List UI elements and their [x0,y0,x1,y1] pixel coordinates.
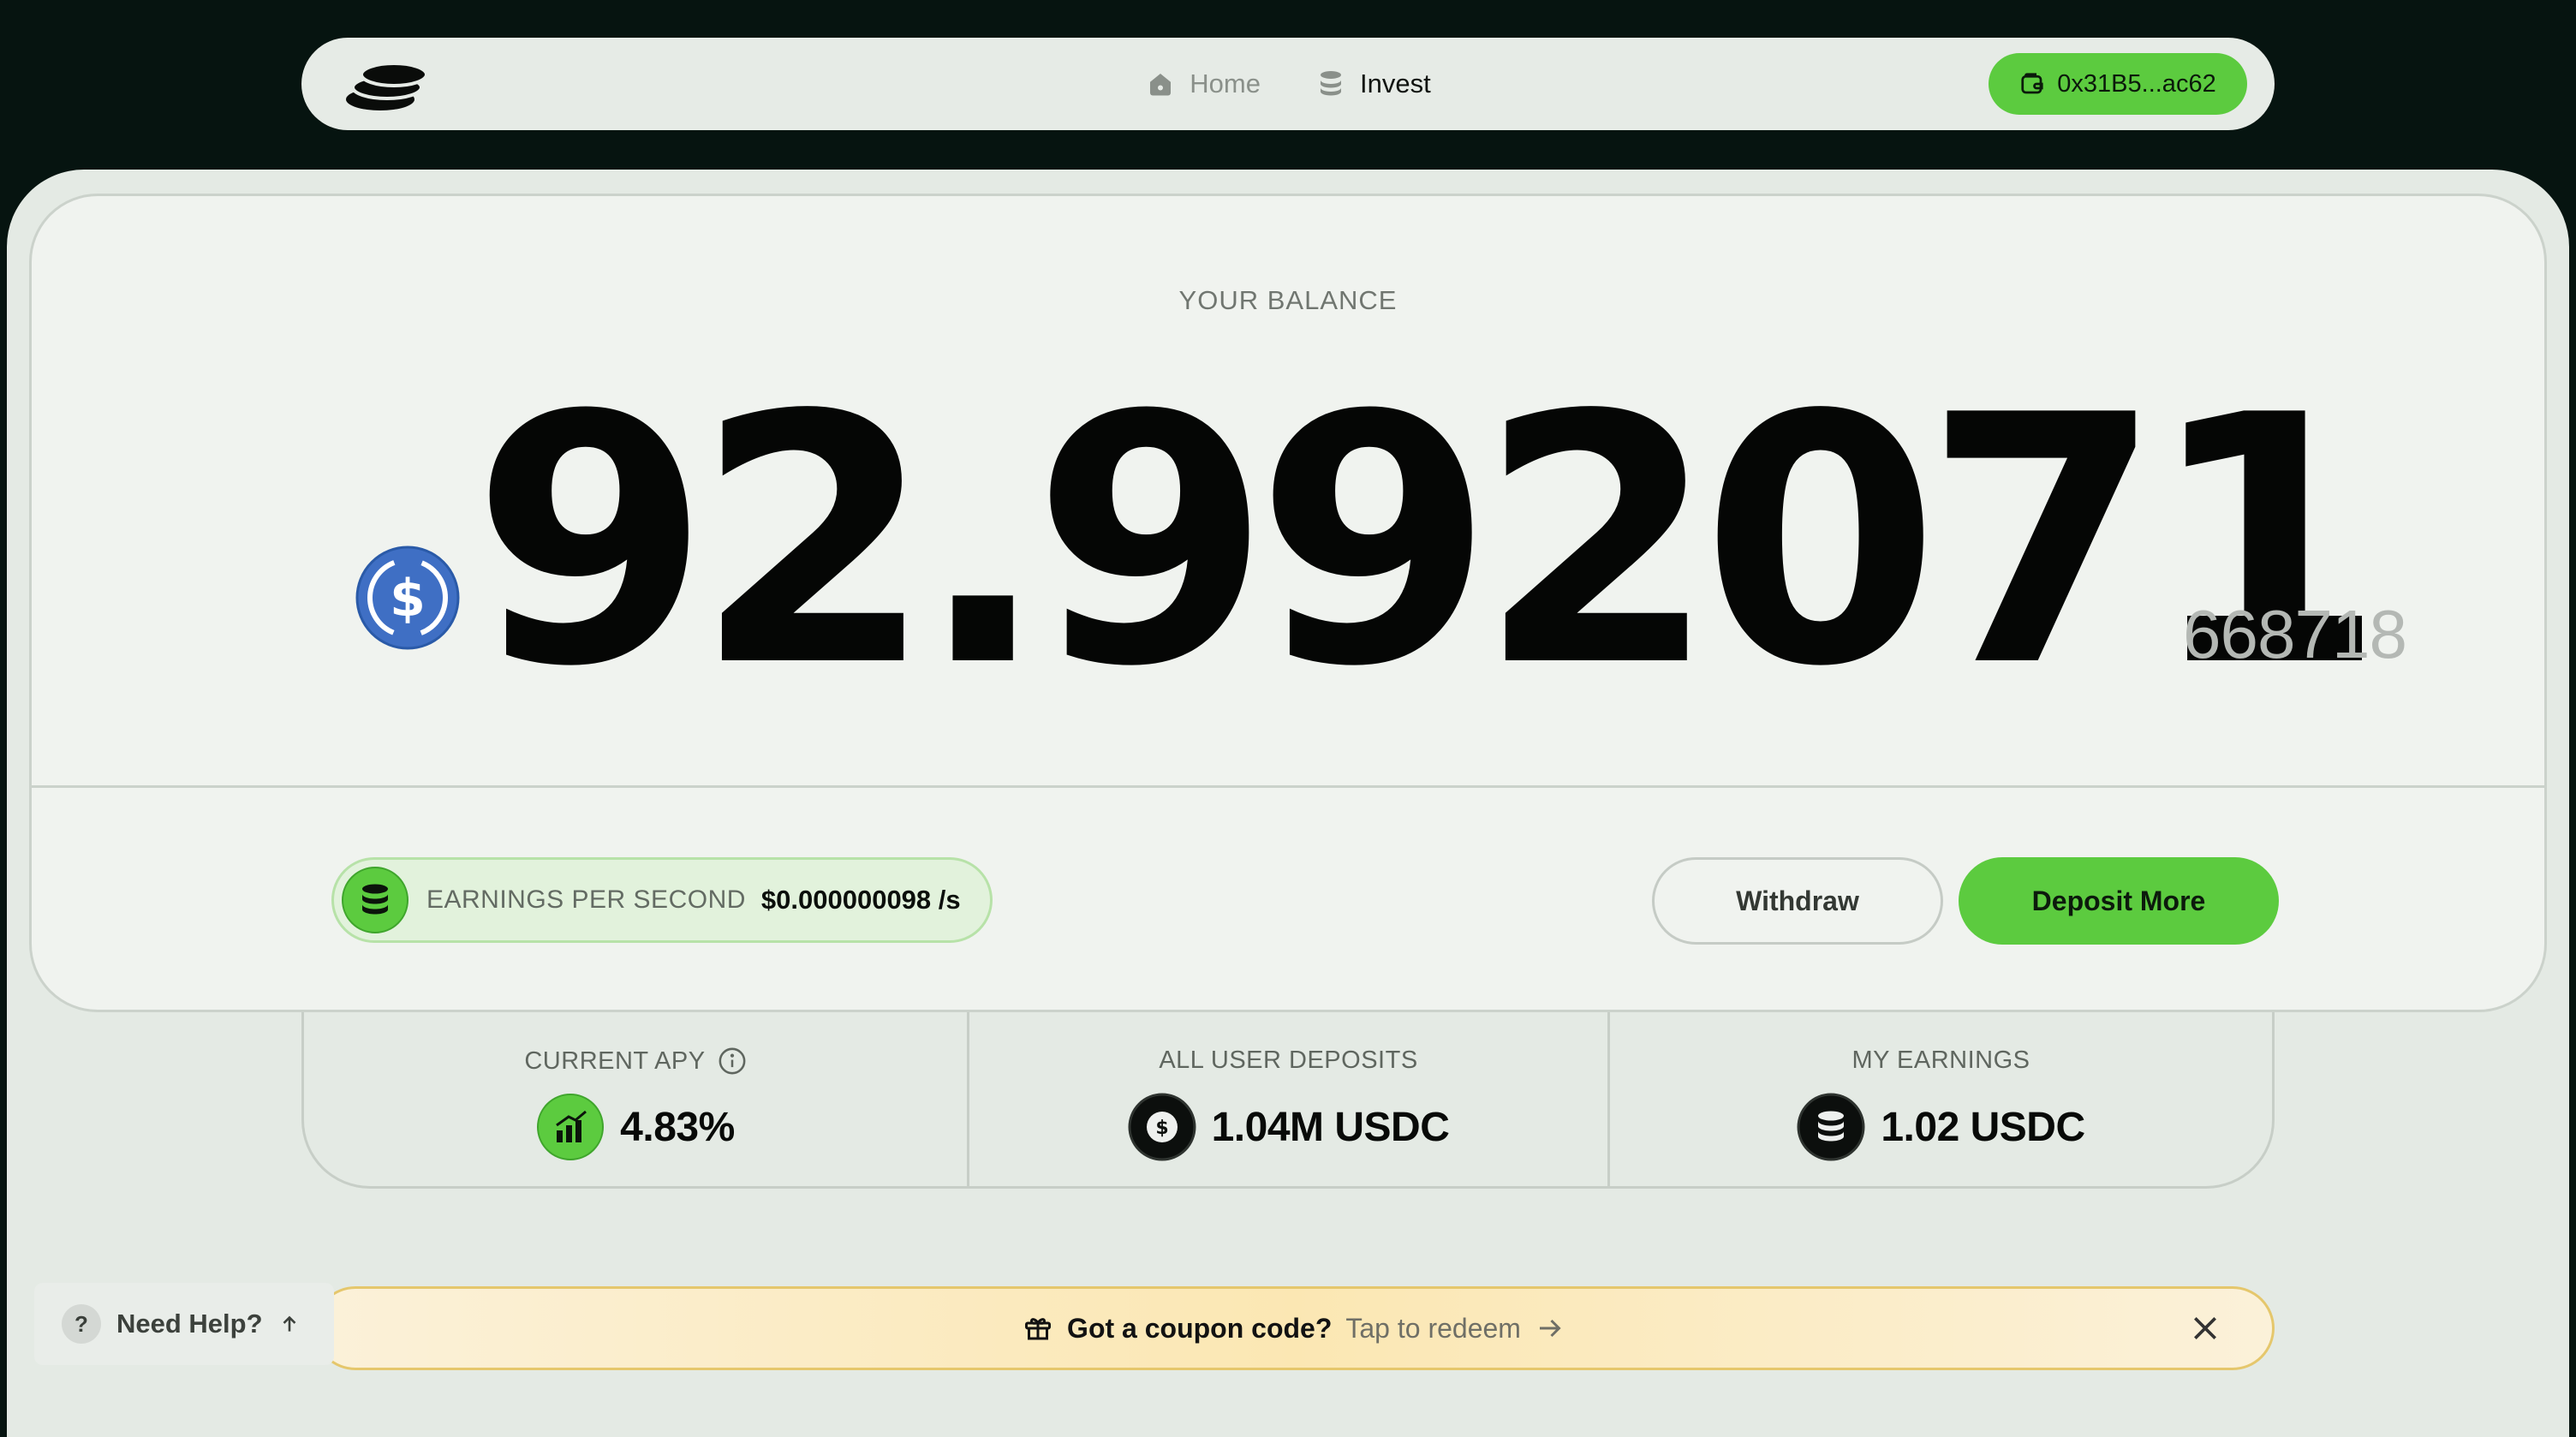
coupon-content: Got a coupon code? Tap to redeem [316,1289,2272,1368]
wallet-button[interactable]: 0x31B5...ac62 [1989,53,2247,115]
stat-value: 1.02 USDC [1881,1104,2085,1150]
stat-my-earnings: MY EARNINGS 1.02 USDC [1607,1012,2272,1186]
stat-current-apy: CURRENT APY 4.83% [304,1012,967,1186]
arrow-right-icon [1539,1319,1561,1338]
stats-strip: CURRENT APY 4.83% ALL USER DEPOSITS $ 1.… [301,1012,2275,1189]
nav-links: Home Invest [301,38,2275,130]
stat-label: CURRENT APY [524,1046,706,1075]
nav-home-label: Home [1190,69,1261,98]
stat-value-row: 1.02 USDC [1610,1091,2272,1163]
nav-invest-label: Invest [1359,69,1431,98]
earnings-per-second-value: $0.000000098 /s [760,885,961,915]
earnings-per-second-label: EARNINGS PER SECOND [426,885,746,914]
stat-label-wrap: ALL USER DEPOSITS [969,1046,1607,1075]
stat-label-wrap: MY EARNINGS [1610,1046,2272,1075]
coupon-redeem-link[interactable]: Tap to redeem [1345,1313,1521,1345]
balance-label: YOUR BALANCE [1178,285,1398,315]
stat-value: 1.04M USDC [1211,1104,1450,1150]
coupon-banner[interactable]: Got a coupon code? Tap to redeem [313,1286,2275,1370]
stat-all-user-deposits: ALL USER DEPOSITS $ 1.04M USDC [966,1012,1607,1186]
stat-label-wrap: CURRENT APY [304,1046,967,1076]
info-icon[interactable] [718,1046,747,1076]
svg-text:$: $ [390,569,426,629]
need-help-button[interactable]: ? Need Help? [34,1283,334,1365]
wallet-icon [2021,73,2043,94]
home-icon [1150,74,1172,96]
wallet-address: 0x31B5...ac62 [2057,69,2216,98]
svg-text:$: $ [1155,1118,1168,1139]
close-icon[interactable] [2188,1311,2222,1345]
usdc-icon: $ [355,546,460,650]
coupon-title: Got a coupon code? [1067,1312,1333,1344]
arrow-up-icon [283,1315,295,1332]
earnings-per-second-pill: EARNINGS PER SECOND $0.000000098 /s [331,857,993,943]
deposit-more-button[interactable]: Deposit More [1959,857,2279,945]
trend-up-icon [537,1094,605,1160]
card-divider [32,785,2544,788]
stat-label: ALL USER DEPOSITS [1159,1046,1418,1074]
database-icon [1320,71,1341,96]
coin-stack-icon [1797,1093,1865,1161]
balance-card: YOUR BALANCE $ 92.992071 668718 EARNINGS… [29,194,2547,1012]
nav-invest[interactable]: Invest [1315,69,1431,99]
balance-amount: 92.992071 [472,343,2386,742]
stat-value-row: $ 1.04M USDC [969,1091,1607,1163]
withdraw-button[interactable]: Withdraw [1652,857,1943,945]
help-question-icon: ? [62,1304,101,1344]
stat-value-row: 4.83% [304,1091,967,1163]
database-icon [342,867,408,933]
balance-fraction-digits: 668718 [2183,596,2407,672]
stat-value: 4.83% [620,1104,735,1150]
gift-icon [1025,1318,1052,1340]
need-help-label: Need Help? [116,1309,263,1339]
stat-label: MY EARNINGS [1852,1046,2030,1074]
top-nav: Home Invest 0x31B5...ac62 [301,38,2275,130]
nav-home[interactable]: Home [1145,69,1261,99]
dollar-coin-icon: $ [1128,1093,1196,1161]
